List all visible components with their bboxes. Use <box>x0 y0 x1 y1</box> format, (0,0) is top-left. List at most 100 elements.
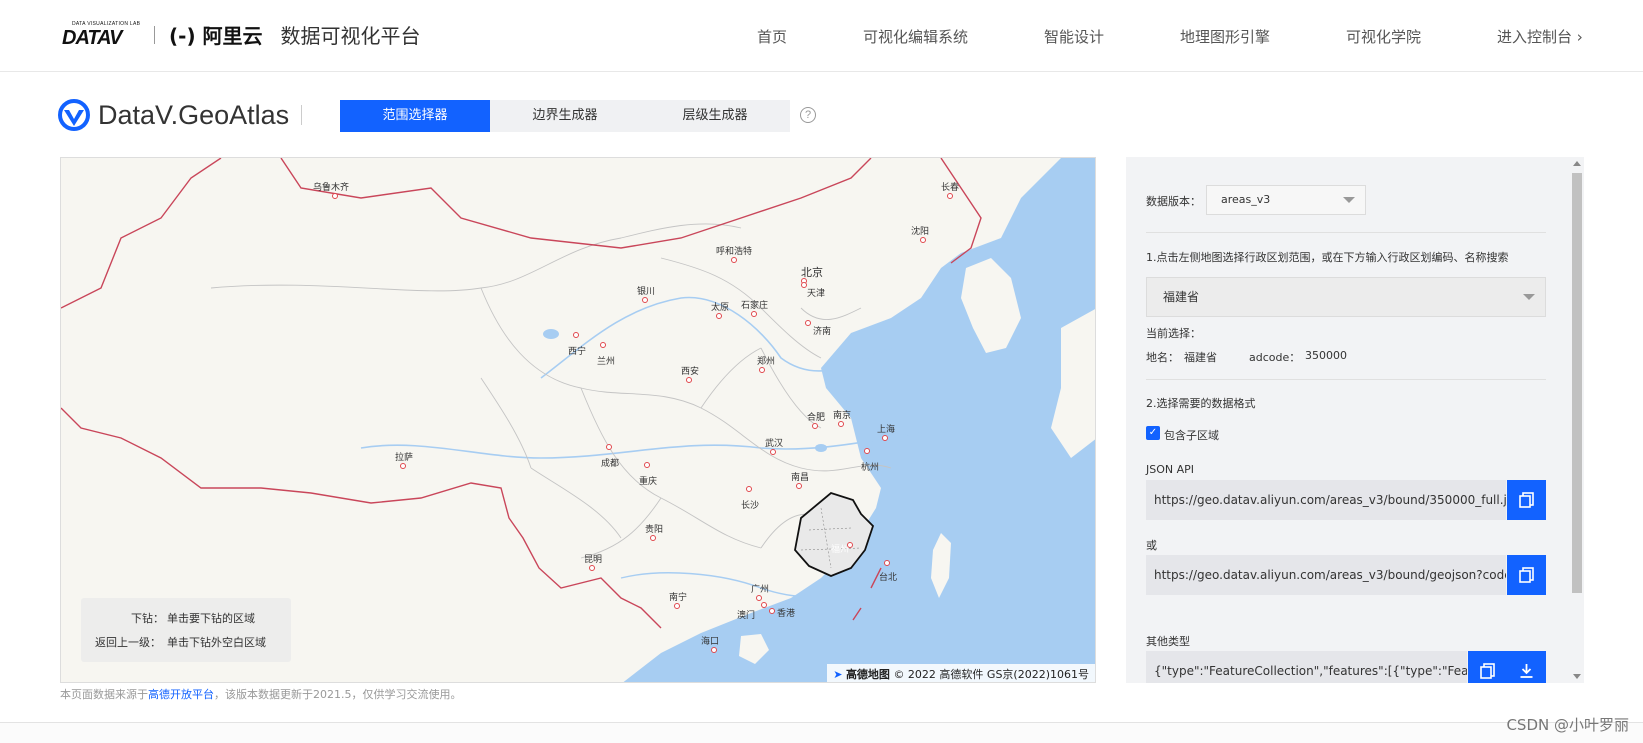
help-icon[interactable]: ? <box>800 107 816 123</box>
copy-geojson-url-button[interactable] <box>1507 555 1546 595</box>
nav-smart-design[interactable]: 智能设计 <box>1044 26 1104 47</box>
nav-home[interactable]: 首页 <box>757 26 787 47</box>
province-lines <box>210 223 892 559</box>
nav-academy[interactable]: 可视化学院 <box>1346 26 1421 47</box>
city-label: 北京 <box>801 264 823 284</box>
city-dot <box>759 367 765 373</box>
divider <box>1146 232 1546 233</box>
scroll-up-icon[interactable] <box>1573 161 1581 166</box>
city-dot <box>864 448 870 454</box>
version-select[interactable]: areas_v3 <box>1206 185 1366 215</box>
aliyun-logo[interactable]: (-) 阿里云 <box>169 20 263 49</box>
include-subregion-checkbox[interactable]: ✓ <box>1146 426 1160 440</box>
region-search-select[interactable]: 福建省 <box>1146 277 1546 317</box>
lake-qinghai <box>543 329 559 339</box>
city-label: 南昌 <box>791 470 809 489</box>
adcode-value: 350000 <box>1305 349 1347 362</box>
amap-link[interactable]: 高德开放平台 <box>148 688 214 701</box>
map-hint-box: 下钻： 单击要下钻的区域 返回上一级： 单击下钻外空白区域 <box>81 598 291 662</box>
city-label: 兰州 <box>597 342 615 367</box>
city-dot <box>884 560 890 566</box>
geojson-url-field[interactable]: https://geo.datav.aliyun.com/areas_v3/bo… <box>1146 555 1506 595</box>
tool-tabs: 范围选择器 边界生成器 层级生成器 <box>340 100 790 132</box>
tab-boundary-generator[interactable]: 边界生成器 <box>490 100 640 132</box>
up-text: 单击下钻外空白区域 <box>167 636 266 649</box>
datav-logo[interactable]: DATA VISUALIZATION LAB DATAV <box>62 21 140 49</box>
city-label: 济南 <box>805 320 831 337</box>
city-label: 香港 <box>769 606 795 619</box>
attribution-text: © 2022 高德软件 GS京(2022)1061号 <box>893 668 1089 681</box>
download-geojson-button[interactable] <box>1507 651 1546 683</box>
copy-icon <box>1480 663 1495 679</box>
json-api-url-field[interactable]: https://geo.datav.aliyun.com/areas_v3/bo… <box>1146 480 1506 520</box>
brand-divider <box>154 25 155 44</box>
drill-text: 单击要下钻的区域 <box>167 612 255 625</box>
sea-area <box>623 158 1095 682</box>
city-dot <box>606 444 612 450</box>
city-label: 武汉 <box>765 436 783 455</box>
nav-editor[interactable]: 可视化编辑系统 <box>863 26 968 47</box>
copy-json-api-button[interactable] <box>1507 480 1546 520</box>
city-label: 成都 <box>601 444 619 469</box>
platform-title: 数据可视化平台 <box>280 24 421 48</box>
tool-title: DataV.GeoAtlas <box>98 99 290 130</box>
city-label: 澳门 <box>737 602 767 621</box>
current-selection-label: 当前选择： <box>1146 327 1201 340</box>
tab-range-selector[interactable]: 范围选择器 <box>340 100 490 132</box>
lake-poyang <box>815 444 827 452</box>
place-name-value: 福建省 <box>1184 351 1217 364</box>
scrollbar-thumb[interactable] <box>1572 173 1582 593</box>
brand[interactable]: DATA VISUALIZATION LAB DATAV (-) 阿里云 数据可… <box>62 20 421 49</box>
city-label: 合肥 <box>807 410 825 429</box>
city-label: 重庆 <box>639 462 657 487</box>
drill-label: 下钻： <box>131 612 164 625</box>
city-label: 长春 <box>941 180 959 199</box>
city-label: 银川 <box>637 284 655 303</box>
download-icon <box>1520 664 1533 678</box>
datav-wordmark: DATAV <box>62 26 122 49</box>
nav-geo-engine[interactable]: 地理图形引擎 <box>1180 26 1270 47</box>
up-label: 返回上一级： <box>95 636 161 649</box>
city-label: 海口 <box>701 634 719 653</box>
city-label: 呼和浩特 <box>716 244 752 263</box>
city-label: 沈阳 <box>911 224 929 243</box>
city-label: 贵阳 <box>645 522 663 541</box>
copy-geojson-button[interactable] <box>1468 651 1507 683</box>
city-label: 昆明 <box>584 552 602 571</box>
scroll-down-icon[interactable] <box>1573 674 1581 679</box>
city-dot <box>686 377 692 383</box>
city-dot <box>642 297 648 303</box>
city-dot <box>882 435 888 441</box>
step2-instruction: 2.选择需要的数据格式 <box>1146 397 1256 410</box>
geojson-content-field[interactable]: {"type":"FeatureCollection","features":[… <box>1146 651 1467 683</box>
city-dot <box>801 282 807 288</box>
nav-console[interactable]: 进入控制台 › <box>1497 26 1583 47</box>
top-header: DATA VISUALIZATION LAB DATAV (-) 阿里云 数据可… <box>0 0 1643 72</box>
city-dot <box>644 462 650 468</box>
chevron-down-icon <box>1343 197 1355 203</box>
step1-instruction: 1.点击左侧地图选择行政区划范围，或在下方输入行政区划编码、名称搜索 <box>1146 251 1509 264</box>
copy-icon <box>1519 567 1534 583</box>
city-label: 台北 <box>879 560 897 583</box>
data-source-note: 本页面数据来源于高德开放平台，该版本数据更新于2021.5，仅供学习交流使用。 <box>60 688 462 701</box>
city-label: 西宁 <box>568 332 586 357</box>
or-label: 或 <box>1146 539 1157 552</box>
city-dot <box>400 463 406 469</box>
city-dot <box>589 565 595 571</box>
city-label: 长沙 <box>741 486 759 511</box>
panel-scrollbar[interactable] <box>1570 157 1584 683</box>
river-yangtze <box>360 432 922 459</box>
city-dot <box>332 193 338 199</box>
city-label: 石家庄 <box>741 298 768 317</box>
navigation-arrow-icon: ➤ <box>833 668 843 681</box>
city-dot <box>716 313 722 319</box>
tool-title-row: DataV.GeoAtlas <box>58 98 303 132</box>
city-dot <box>769 608 775 614</box>
city-dot <box>796 483 802 489</box>
amap-logo: 高德地图 <box>845 668 890 681</box>
tab-level-generator[interactable]: 层级生成器 <box>640 100 790 132</box>
csdn-watermark: CSDN @小叶罗丽 <box>1506 716 1629 734</box>
city-dot <box>731 257 737 263</box>
other-types-label: 其他类型 <box>1146 635 1190 648</box>
map-canvas[interactable]: 乌鲁木齐 长春 沈阳 呼和浩特 北京 天津 银川 太原 石家庄 济南 西宁 兰州… <box>60 157 1096 683</box>
